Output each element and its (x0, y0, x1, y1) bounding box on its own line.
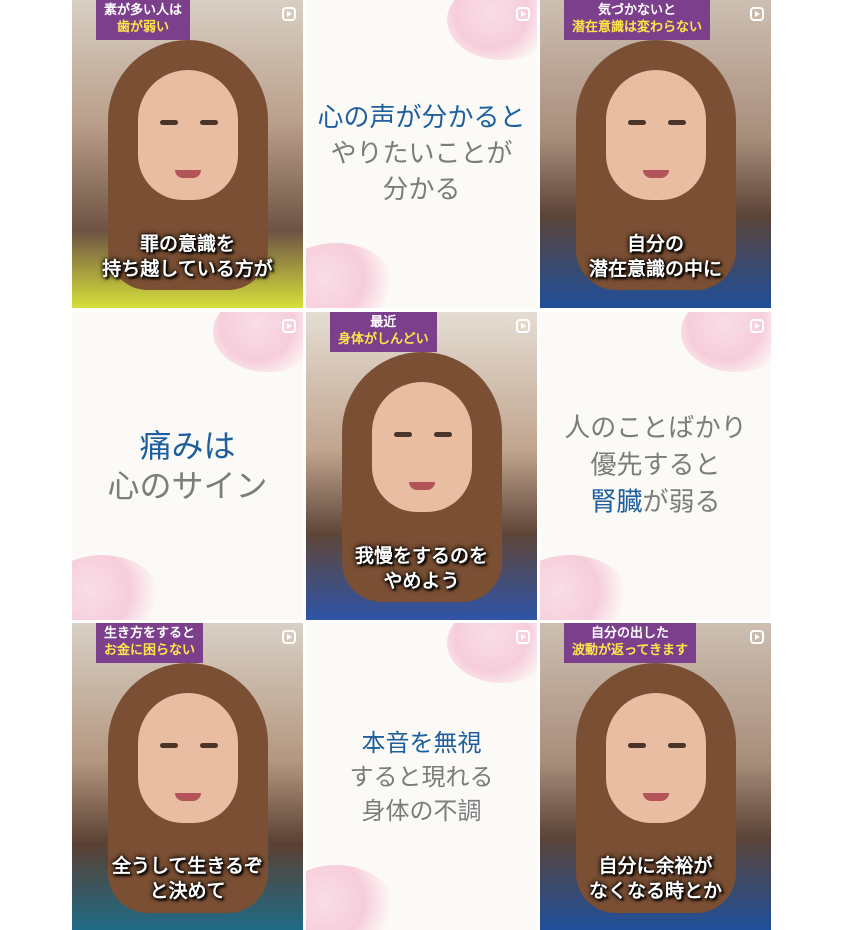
quote-line: 痛みは (139, 427, 236, 465)
video-caption: 我慢をするのを やめよう (306, 544, 537, 594)
video-caption: 自分の 潜在意識の中に (540, 232, 771, 282)
caption-line-1: 自分の (626, 233, 684, 255)
caption-line-2: やめよう (383, 570, 460, 592)
tag-line-1: 最近 (370, 315, 397, 330)
reel-tile-2[interactable]: 気づかないと 潜在意識は変わらない 自分の 潜在意識の中に (540, 0, 771, 308)
reels-icon (750, 319, 764, 333)
quote-tile-2[interactable]: 痛みは 心のサイン (72, 312, 303, 620)
caption-line-1: 自分に余裕が (598, 855, 713, 877)
quote-tile-4[interactable]: 本音を無視 すると現れる 身体の不調 (306, 623, 537, 930)
quote-line: 心の声が分かると (317, 103, 526, 133)
quote-line: 腎臓が弱る (590, 487, 721, 518)
caption-line-2: と決めて (149, 880, 226, 902)
reels-icon (516, 630, 530, 644)
tag-line-2: 潜在意識は変わらない (572, 20, 703, 35)
topic-tag: 気づかないと 潜在意識は変わらない (564, 0, 711, 40)
eye (160, 120, 178, 125)
reels-icon (282, 630, 296, 644)
quote-line: 人のことばかり (564, 413, 747, 444)
reels-icon (282, 319, 296, 333)
quote-tile-1[interactable]: 心の声が分かると やりたいことが 分かる (306, 0, 537, 308)
reels-icon (282, 7, 296, 21)
eye (668, 120, 686, 125)
reels-icon (750, 7, 764, 21)
person-face (138, 70, 238, 200)
tag-line-2: 歯が弱い (117, 20, 170, 35)
topic-tag: 自分の出した 波動が返ってきます (564, 623, 696, 663)
caption-line-1: 全うして生きるぞ (111, 855, 264, 877)
petal-decoration (306, 243, 396, 308)
reel-tile-3[interactable]: 最近 身体がしんどい 我慢をするのを やめよう (306, 312, 537, 620)
quote-text: 人のことばかり 優先すると 腎臓が弱る (540, 411, 771, 522)
reel-tile-4[interactable]: 生き方をすると お金に困らない 全うして生きるぞ と決めて (72, 623, 303, 930)
quote-line: 分かる (382, 175, 461, 205)
reels-icon (516, 7, 530, 21)
tag-line-1: 気づかないと (598, 3, 677, 18)
mouth (643, 793, 669, 801)
quote-line: 優先すると (590, 450, 721, 481)
tag-line-2: お金に困らない (104, 643, 196, 658)
quote-text: 心の声が分かると やりたいことが 分かる (306, 100, 537, 208)
petal-decoration (72, 555, 162, 620)
tag-line-1: 生き方をすると (104, 626, 196, 641)
tag-line-1: 自分の出した (590, 626, 669, 641)
eye (628, 743, 646, 748)
mouth (175, 170, 201, 178)
petal-decoration (540, 555, 630, 620)
reels-icon (750, 630, 764, 644)
eye (628, 120, 646, 125)
caption-line-2: 潜在意識の中に (588, 258, 722, 280)
quote-tile-3[interactable]: 人のことばかり 優先すると 腎臓が弱る (540, 312, 771, 620)
person-face (606, 70, 706, 200)
person-face (606, 693, 706, 823)
eye (160, 743, 178, 748)
eye (200, 743, 218, 748)
topic-tag: 最近 身体がしんどい (330, 312, 437, 352)
video-caption: 罪の意識を 持ち越している方が (72, 232, 303, 282)
caption-line-1: 我慢をするのを (354, 545, 488, 567)
reel-tile-1[interactable]: 素が多い人は 歯が弱い 罪の意識を 持ち越している方が (72, 0, 303, 308)
topic-tag: 生き方をすると お金に困らない (96, 623, 204, 663)
reel-tile-5[interactable]: 自分の出した 波動が返ってきます 自分に余裕が なくなる時とか (540, 623, 771, 930)
reels-icon (516, 319, 530, 333)
person-face (372, 382, 472, 512)
quote-line: 心のサイン (107, 467, 268, 505)
video-caption: 全うして生きるぞ と決めて (72, 854, 303, 904)
eye (200, 120, 218, 125)
mouth (409, 482, 435, 490)
topic-tag: 素が多い人は 歯が弱い (96, 0, 191, 40)
reels-grid: 素が多い人は 歯が弱い 罪の意識を 持ち越している方が 心の声が分かると やりた… (72, 0, 771, 930)
mouth (175, 793, 201, 801)
tag-line-2: 波動が返ってきます (572, 643, 688, 658)
quote-line: すると現れる (349, 762, 494, 791)
quote-text: 本音を無視 すると現れる 身体の不調 (306, 726, 537, 828)
quote-line: 身体の不調 (361, 796, 482, 825)
mouth (643, 170, 669, 178)
caption-line-2: 持ち越している方が (102, 258, 273, 280)
quote-line: やりたいことが (330, 139, 513, 169)
caption-line-1: 罪の意識を (139, 233, 235, 255)
tag-line-1: 素が多い人は (104, 3, 183, 18)
video-caption: 自分に余裕が なくなる時とか (540, 854, 771, 904)
person-face (138, 693, 238, 823)
quote-line: 本音を無視 (361, 728, 482, 757)
eye (394, 432, 412, 437)
eye (434, 432, 452, 437)
tag-line-2: 身体がしんどい (338, 332, 429, 347)
eye (668, 743, 686, 748)
petal-decoration (306, 865, 396, 930)
quote-text: 痛みは 心のサイン (72, 426, 303, 506)
caption-line-2: なくなる時とか (588, 880, 722, 902)
